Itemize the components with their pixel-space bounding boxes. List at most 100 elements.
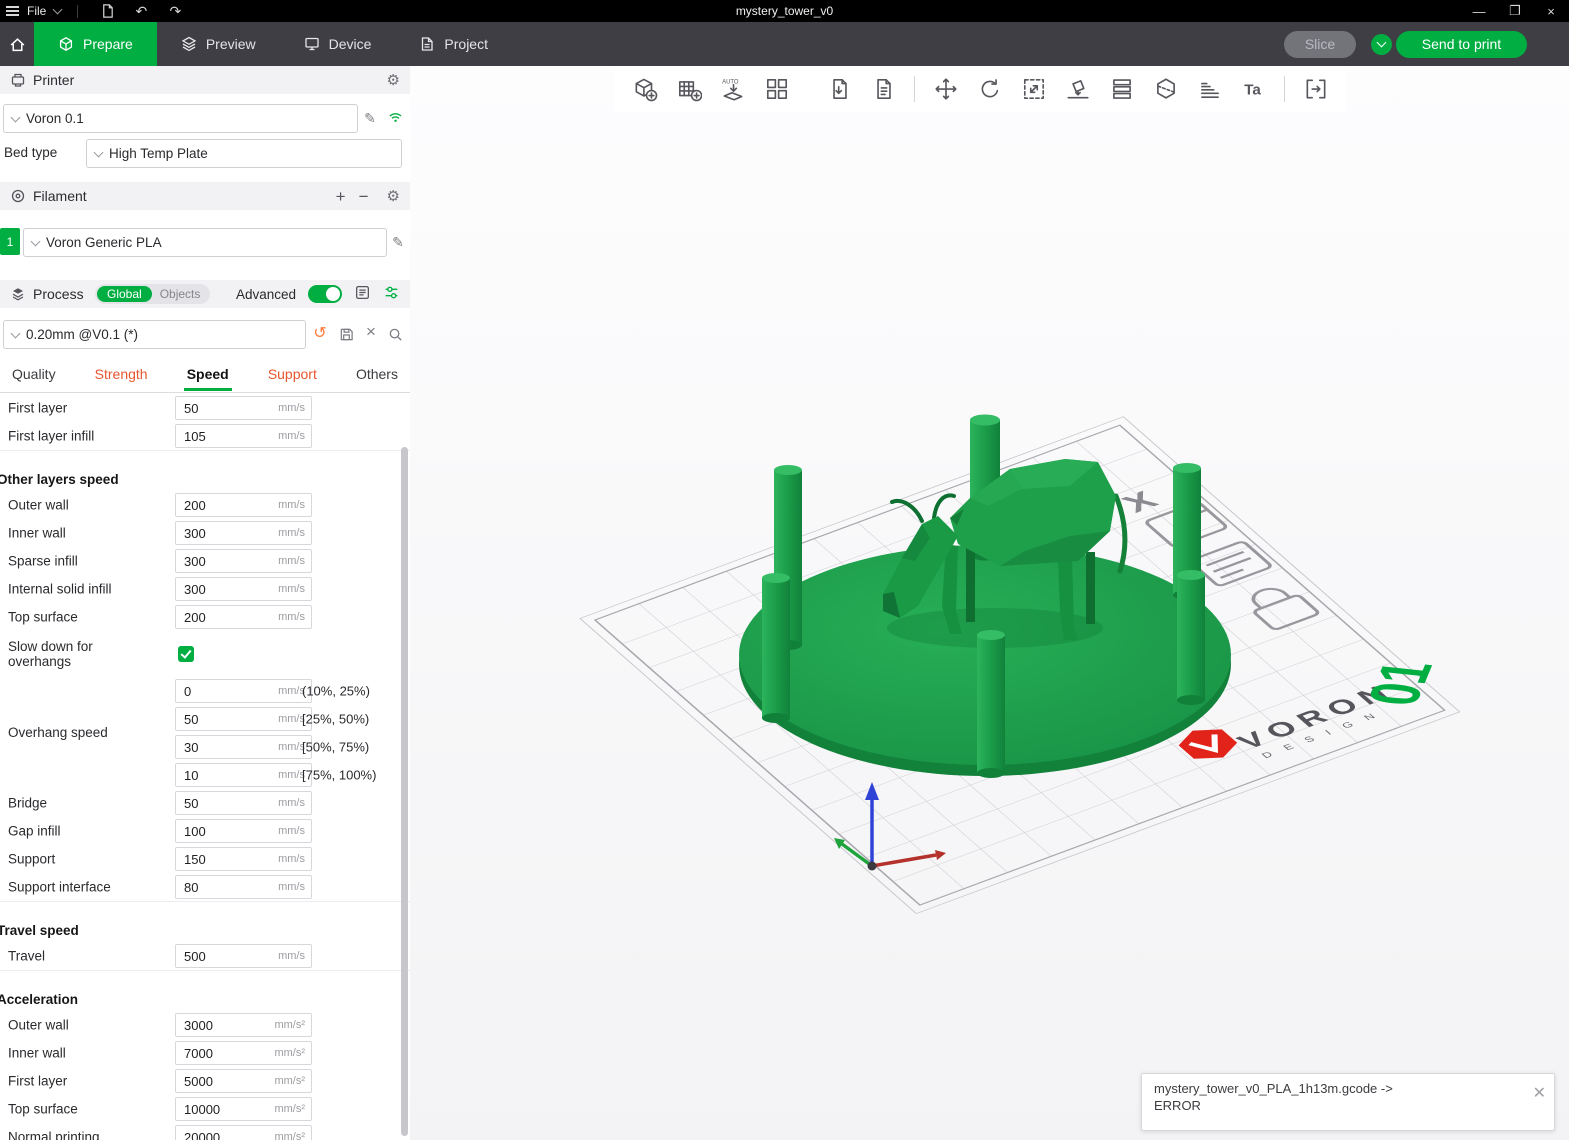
send-to-print-button[interactable]: Send to print: [1396, 31, 1527, 58]
setting-label: Support interface: [8, 880, 168, 895]
support-speed-input[interactable]: 150 mm/s: [175, 847, 312, 871]
axes-origin: [868, 862, 877, 871]
printer-select[interactable]: Voron 0.1: [3, 104, 358, 133]
tab-device[interactable]: Device: [280, 22, 396, 66]
top-surface-speed-input[interactable]: 200 mm/s: [175, 605, 312, 629]
model-post-front-left[interactable]: [762, 573, 790, 723]
split-to-objects-icon[interactable]: [1104, 72, 1139, 107]
rotate-icon[interactable]: [972, 72, 1007, 107]
redo-icon[interactable]: ↷: [162, 1, 188, 21]
support-interface-speed-input[interactable]: 80 mm/s: [175, 875, 312, 899]
scale-icon[interactable]: [1016, 72, 1051, 107]
add-filament-icon[interactable]: +: [333, 188, 349, 205]
setting-value: 7000: [184, 1046, 213, 1061]
move-icon[interactable]: [928, 72, 963, 107]
assembly-view-icon[interactable]: [1298, 72, 1333, 107]
process-scope-toggle[interactable]: Global Objects: [95, 284, 210, 304]
home-icon[interactable]: [0, 22, 34, 66]
arrange-icon[interactable]: [759, 72, 794, 107]
first-layer-speed-input[interactable]: 50 mm/s: [175, 396, 312, 420]
setting-unit: mm/s²: [274, 1075, 305, 1087]
setting-label: Top surface: [8, 1102, 168, 1117]
print-options-chevron-icon[interactable]: [1371, 34, 1392, 55]
process-icon: [10, 286, 26, 302]
process-tab-speed[interactable]: Speed: [187, 366, 229, 382]
close-icon[interactable]: ×: [1533, 0, 1569, 22]
scope-global[interactable]: Global: [97, 286, 152, 302]
internal-solid-infill-speed-input[interactable]: 300 mm/s: [175, 577, 312, 601]
filament-settings-gear-icon[interactable]: ⚙: [387, 189, 400, 204]
normal-printing-accel-input[interactable]: 20000 mm/s²: [175, 1125, 312, 1140]
filament-select[interactable]: Voron Generic PLA: [23, 228, 387, 257]
import-gcode-icon[interactable]: [866, 72, 901, 107]
lay-flat-icon[interactable]: [1060, 72, 1095, 107]
tab-project[interactable]: Project: [395, 22, 512, 66]
gap-infill-speed-input[interactable]: 100 mm/s: [175, 819, 312, 843]
overhang-speed-input-4[interactable]: 10 mm/s: [175, 763, 312, 787]
preset-clear-icon[interactable]: ×: [362, 323, 380, 341]
menu-icon[interactable]: [6, 6, 19, 16]
overhang-speed-input-2[interactable]: 50 mm/s: [175, 707, 312, 731]
add-plate-icon[interactable]: [671, 72, 706, 107]
overhang-speed-input-3[interactable]: 30 mm/s: [175, 735, 312, 759]
filament-edit-icon[interactable]: ✎: [389, 233, 407, 251]
settings-scrollbar[interactable]: [401, 447, 408, 1136]
toast-close-icon[interactable]: ✕: [1533, 1086, 1546, 1102]
file-menu-chevron-icon[interactable]: [53, 5, 63, 15]
setting-value: 500: [184, 949, 206, 964]
printer-edit-icon[interactable]: ✎: [361, 109, 379, 127]
filament-slot-badge[interactable]: 1: [0, 228, 20, 255]
import-file-icon[interactable]: [822, 72, 857, 107]
parameter-list-icon[interactable]: [354, 284, 371, 304]
setting-label: Top surface: [8, 610, 168, 625]
overhang-speed-input-1[interactable]: 0 mm/s: [175, 679, 312, 703]
advanced-toggle[interactable]: [308, 285, 342, 303]
scope-objects[interactable]: Objects: [152, 286, 209, 302]
process-preset-select[interactable]: 0.20mm @V0.1 (*): [3, 320, 306, 349]
first-layer-accel-input[interactable]: 5000 mm/s²: [175, 1069, 312, 1093]
top-surface-accel-input[interactable]: 10000 mm/s²: [175, 1097, 312, 1121]
preset-reset-icon[interactable]: ↺: [311, 324, 329, 342]
bridge-speed-input[interactable]: 50 mm/s: [175, 791, 312, 815]
process-tab-quality[interactable]: Quality: [12, 366, 56, 382]
travel-speed-input[interactable]: 500 mm/s: [175, 944, 312, 968]
process-tab-support[interactable]: Support: [268, 366, 317, 382]
preset-save-icon[interactable]: [337, 325, 355, 343]
inner-wall-speed-input[interactable]: 300 mm/s: [175, 521, 312, 545]
add-object-icon[interactable]: [627, 72, 662, 107]
slice-button[interactable]: Slice: [1284, 31, 1356, 58]
process-tab-strength[interactable]: Strength: [95, 366, 148, 382]
preset-search-icon[interactable]: [386, 325, 404, 343]
variable-layer-height-icon[interactable]: [1192, 72, 1227, 107]
undo-icon[interactable]: ↶: [128, 1, 154, 21]
process-tune-icon[interactable]: [383, 284, 400, 304]
remove-filament-icon[interactable]: −: [356, 188, 372, 205]
slow-down-overhangs-checkbox[interactable]: [178, 646, 194, 662]
model-post-front-center[interactable]: [977, 630, 1005, 778]
outer-wall-speed-input[interactable]: 200 mm/s: [175, 493, 312, 517]
setting-label: Internal solid infill: [8, 582, 168, 597]
overhang-row-3: 30 mm/s [50%, 75%): [0, 733, 410, 761]
process-tab-others[interactable]: Others: [356, 366, 398, 382]
inner-wall-accel-input[interactable]: 7000 mm/s²: [175, 1041, 312, 1065]
outer-wall-accel-input[interactable]: 3000 mm/s²: [175, 1013, 312, 1037]
tab-preview[interactable]: Preview: [157, 22, 280, 66]
setting-row-accel-first-layer: First layer 5000 mm/s²: [0, 1067, 410, 1095]
new-project-icon[interactable]: [94, 1, 120, 21]
viewport-3d[interactable]: X VORON D E S I G N 01: [410, 66, 1569, 1140]
file-menu[interactable]: File: [27, 4, 46, 18]
model-post-front-right[interactable]: [1177, 570, 1205, 705]
printer-settings-gear-icon[interactable]: ⚙: [387, 73, 400, 88]
bed-type-select[interactable]: High Temp Plate: [86, 139, 402, 168]
first-layer-infill-speed-input[interactable]: 105 mm/s: [175, 424, 312, 448]
tab-prepare[interactable]: Prepare: [34, 22, 157, 66]
auto-orient-icon[interactable]: AUTO: [715, 72, 750, 107]
text-tool-icon[interactable]: Ta: [1236, 72, 1271, 107]
scene-3d[interactable]: X VORON D E S I G N 01: [410, 66, 1569, 1140]
minimize-icon[interactable]: —: [1461, 0, 1497, 22]
setting-unit: mm/s: [278, 499, 305, 511]
sparse-infill-speed-input[interactable]: 300 mm/s: [175, 549, 312, 573]
split-to-parts-icon[interactable]: [1148, 72, 1183, 107]
maximize-icon[interactable]: ❐: [1497, 0, 1533, 22]
printer-wifi-icon[interactable]: [386, 108, 404, 126]
